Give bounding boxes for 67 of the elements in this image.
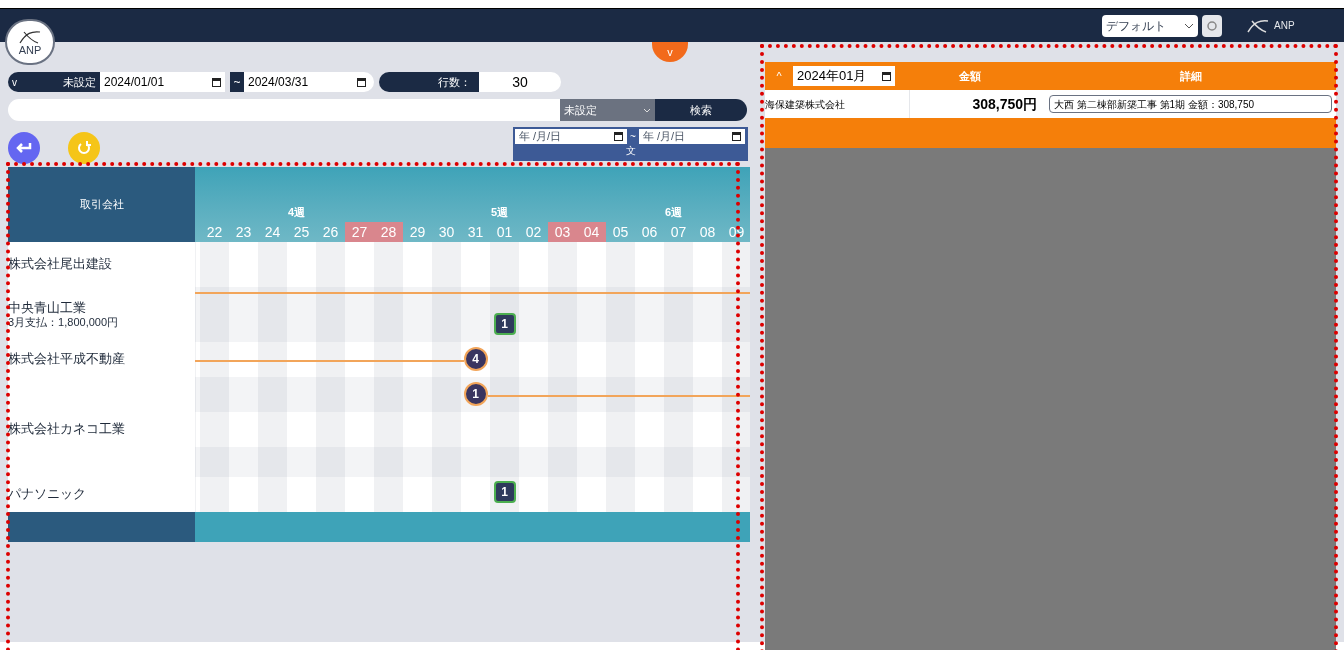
search-button[interactable]: 検索: [655, 99, 747, 121]
brand-logo: ANP: [1246, 17, 1336, 34]
settings-icon: [1206, 19, 1218, 32]
day-label: 23: [234, 222, 253, 242]
company-name: 株式会社カネコ工業: [8, 421, 126, 438]
day-label: 31: [466, 222, 485, 242]
settings-button[interactable]: [1202, 14, 1222, 37]
return-icon: [16, 142, 32, 154]
day-label: 06: [640, 222, 659, 242]
date-field[interactable]: 年 /月/日: [638, 129, 745, 144]
range-label: 文: [625, 146, 636, 156]
chevron-icon: [643, 107, 651, 113]
count-marker[interactable]: 1: [463, 382, 488, 406]
calendar-icon: [882, 71, 891, 81]
day-label: 01: [495, 222, 514, 242]
day-label: 29: [408, 222, 427, 242]
calendar-icon: [614, 132, 623, 141]
day-label: 08: [698, 222, 717, 242]
company-name: パナソニック: [8, 486, 87, 503]
count-marker[interactable]: 4: [463, 347, 488, 371]
day-label: 25: [292, 222, 311, 242]
week-label: 5週: [490, 205, 509, 220]
detail-field[interactable]: 大西 第二棟部新築工事 第1期 金額：308,750: [1049, 95, 1332, 113]
date-field[interactable]: 2024/01/01: [100, 72, 225, 92]
date-field[interactable]: 2024/03/31: [244, 72, 374, 92]
calendar-icon: [212, 77, 221, 87]
calendar-icon: [731, 132, 741, 141]
day-label: 22: [205, 222, 224, 242]
status-select[interactable]: v 未設定: [8, 72, 100, 92]
month-field[interactable]: 2024年01月: [793, 66, 895, 86]
day-label: 07: [669, 222, 688, 242]
swoosh-icon: [1246, 17, 1270, 34]
rows-label: 行数：: [379, 72, 479, 92]
rows-field[interactable]: 30: [479, 72, 561, 92]
date-field[interactable]: 年 /月/日: [515, 129, 627, 144]
refresh-button[interactable]: [68, 132, 100, 164]
chevron-icon: [1184, 22, 1194, 29]
view-select[interactable]: デフォルト: [1102, 14, 1198, 37]
keyword-field[interactable]: [8, 99, 560, 121]
day-label: 02: [524, 222, 543, 242]
column-header: 金額: [958, 68, 982, 84]
column-header: 取引会社: [8, 167, 195, 242]
day-label: 05: [611, 222, 630, 242]
column-header: 詳細: [1178, 68, 1203, 84]
swoosh-icon: [18, 28, 42, 45]
payment-note: 3月支払：1,800,000円: [8, 315, 120, 330]
week-label: 4週: [287, 205, 306, 220]
day-label: 26: [321, 222, 340, 242]
amount-text: 308,750円: [971, 94, 1038, 114]
day-label: 30: [437, 222, 456, 242]
day-label: 27: [345, 222, 374, 242]
category-select[interactable]: 未設定: [560, 99, 655, 121]
back-button[interactable]: [8, 132, 40, 164]
refresh-icon: [77, 141, 91, 155]
day-label: 03: [548, 222, 577, 242]
company-name: 株式会社平成不動産: [8, 351, 126, 368]
range-separator: ~: [230, 72, 244, 92]
day-label: 04: [577, 222, 606, 242]
company-name: 株式会社尾出建設: [8, 256, 113, 273]
range-separator: ~: [630, 130, 636, 144]
day-label: 24: [263, 222, 282, 242]
day-label: 28: [374, 222, 403, 242]
calendar-icon: [357, 77, 366, 87]
count-badge[interactable]: 1: [493, 481, 516, 503]
week-label: 6週: [664, 205, 683, 220]
company-name: 中央青山工業: [8, 299, 87, 316]
count-badge[interactable]: 1: [493, 313, 516, 335]
